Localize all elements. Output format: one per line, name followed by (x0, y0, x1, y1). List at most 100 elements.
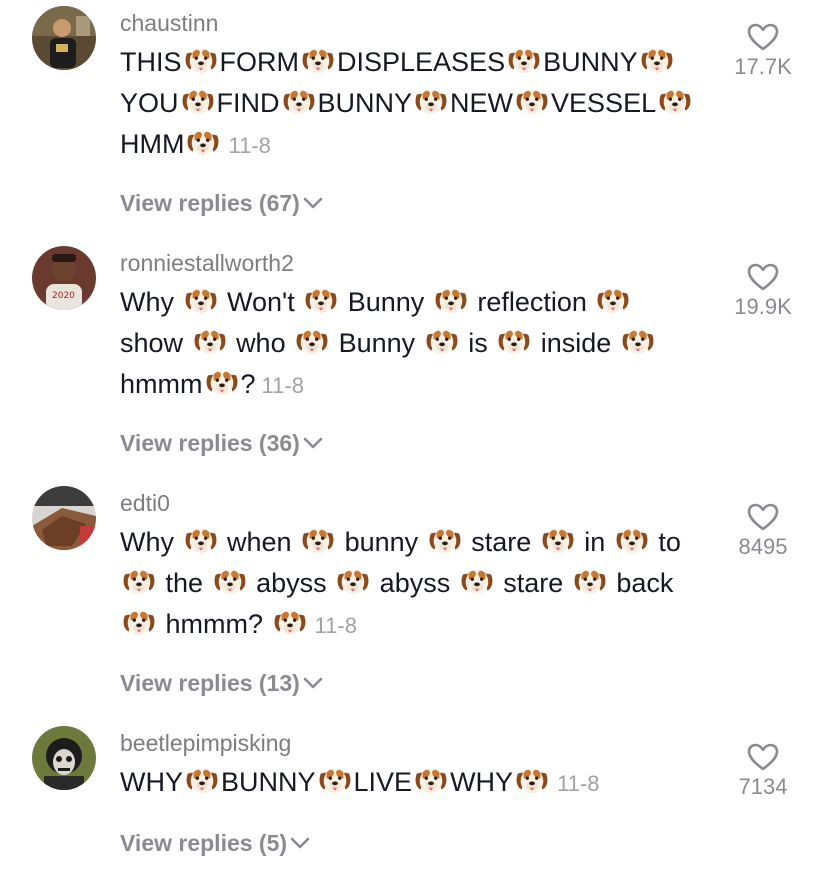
comment-word: DISPLEASES (337, 47, 506, 77)
comment-word: who (236, 328, 286, 358)
dog-face-icon (122, 566, 156, 598)
view-replies-button[interactable]: View replies (5) (120, 828, 311, 858)
dog-face-icon (541, 525, 575, 557)
dog-face-icon (434, 285, 468, 317)
comment-text: Why Won't Bunny reflection show who Bunn… (120, 282, 730, 406)
heart-icon[interactable] (747, 742, 779, 772)
comment-word: VESSEL (551, 88, 657, 118)
dog-face-icon (282, 86, 316, 118)
view-replies-label: View replies (5) (120, 830, 288, 856)
comment-word: is (468, 328, 488, 358)
like-control[interactable]: 19.9K (718, 262, 808, 320)
comment-list: chaustinn THIS FORM DISPLEASES BUNNY YOU FIN… (0, 0, 828, 874)
dog-face-icon (301, 525, 335, 557)
comment-word: Won't (227, 287, 295, 317)
dog-face-icon (185, 765, 219, 797)
username[interactable]: chaustinn (120, 8, 218, 38)
dog-face-icon (304, 285, 338, 317)
comment-word: LIVE (353, 767, 413, 797)
comment-word: BUNNY (543, 47, 638, 77)
avatar[interactable]: 2020 (32, 246, 96, 310)
avatar[interactable] (32, 486, 96, 550)
comment-word: ? (240, 369, 256, 399)
comment-word: THIS (120, 47, 182, 77)
dog-face-icon (596, 285, 630, 317)
dog-face-icon (213, 566, 247, 598)
like-control[interactable]: 7134 (718, 742, 808, 800)
heart-icon[interactable] (747, 502, 779, 532)
view-replies-button[interactable]: View replies (36) (120, 428, 324, 458)
chevron-down-icon (302, 436, 324, 450)
comment-word: Why (120, 527, 174, 557)
svg-text:2020: 2020 (52, 291, 75, 301)
chevron-down-icon (289, 836, 311, 850)
dog-face-icon (428, 525, 462, 557)
comment-word: back (616, 568, 674, 598)
dog-face-icon (186, 127, 220, 159)
dog-face-icon (515, 86, 549, 118)
comment-word: FIND (216, 88, 280, 118)
dog-face-icon (515, 765, 549, 797)
avatar[interactable] (32, 726, 96, 790)
comment-word: when (227, 527, 292, 557)
like-count: 19.9K (734, 294, 792, 319)
view-replies-button[interactable]: View replies (13) (120, 668, 324, 698)
comment-word: show (120, 328, 184, 358)
dog-face-icon (181, 86, 215, 118)
comment-word: Bunny (338, 328, 416, 358)
avatar[interactable] (32, 6, 96, 70)
comment-word: to (658, 527, 681, 557)
like-control[interactable]: 8495 (718, 502, 808, 560)
chevron-down-icon (302, 196, 324, 210)
dog-face-icon (295, 326, 329, 358)
chevron-down-icon (302, 676, 324, 690)
comment-word: hmmm (120, 369, 203, 399)
comment-text: WHY BUNNY LIVE WHY 11-8 (120, 762, 730, 804)
heart-icon[interactable] (747, 22, 779, 52)
dog-face-icon (336, 566, 370, 598)
dog-face-icon (122, 607, 156, 639)
dog-face-icon (193, 326, 227, 358)
heart-icon[interactable] (747, 262, 779, 292)
dog-face-icon (318, 765, 352, 797)
comment-word: in (584, 527, 606, 557)
comment-word: hmmm? (165, 609, 264, 639)
comment-date: 11-8 (557, 771, 600, 796)
dog-face-icon (640, 45, 674, 77)
comment-word: reflection (477, 287, 587, 317)
comment-word: BUNNY (221, 767, 316, 797)
dog-face-icon (273, 607, 307, 639)
comment-text: Why when bunny stare in to the abyss aby… (120, 522, 730, 646)
like-count: 7134 (738, 774, 788, 799)
dog-face-icon (573, 566, 607, 598)
like-count: 8495 (738, 534, 788, 559)
dog-face-icon (658, 86, 692, 118)
comment-word: WHY (450, 767, 514, 797)
view-replies-label: View replies (67) (120, 190, 300, 216)
dog-face-icon (497, 326, 531, 358)
like-control[interactable]: 17.7K (718, 22, 808, 80)
dog-face-icon (184, 285, 218, 317)
comment-word: abyss (379, 568, 451, 598)
comment-word: the (165, 568, 204, 598)
dog-face-icon (615, 525, 649, 557)
comment-word: HMM (120, 129, 185, 159)
dog-face-icon (414, 765, 448, 797)
comment-word: BUNNY (317, 88, 413, 118)
comment-date: 11-8 (314, 613, 357, 638)
username[interactable]: ronniestallworth2 (120, 248, 294, 278)
comment-word: stare (503, 568, 564, 598)
dog-face-icon (621, 326, 655, 358)
comment-word: bunny (344, 527, 419, 557)
dog-face-icon (460, 566, 494, 598)
username[interactable]: beetlepimpisking (120, 728, 291, 758)
comment-word: inside (540, 328, 612, 358)
view-replies-button[interactable]: View replies (67) (120, 188, 324, 218)
comment-word: NEW (450, 88, 514, 118)
comment-text: THIS FORM DISPLEASES BUNNY YOU FIND BUNNY NEW V… (120, 42, 730, 166)
dog-face-icon (301, 45, 335, 77)
comment-word: abyss (256, 568, 327, 598)
comment-date: 11-8 (228, 133, 271, 158)
comment-word: FORM (219, 47, 299, 77)
username[interactable]: edti0 (120, 488, 170, 518)
